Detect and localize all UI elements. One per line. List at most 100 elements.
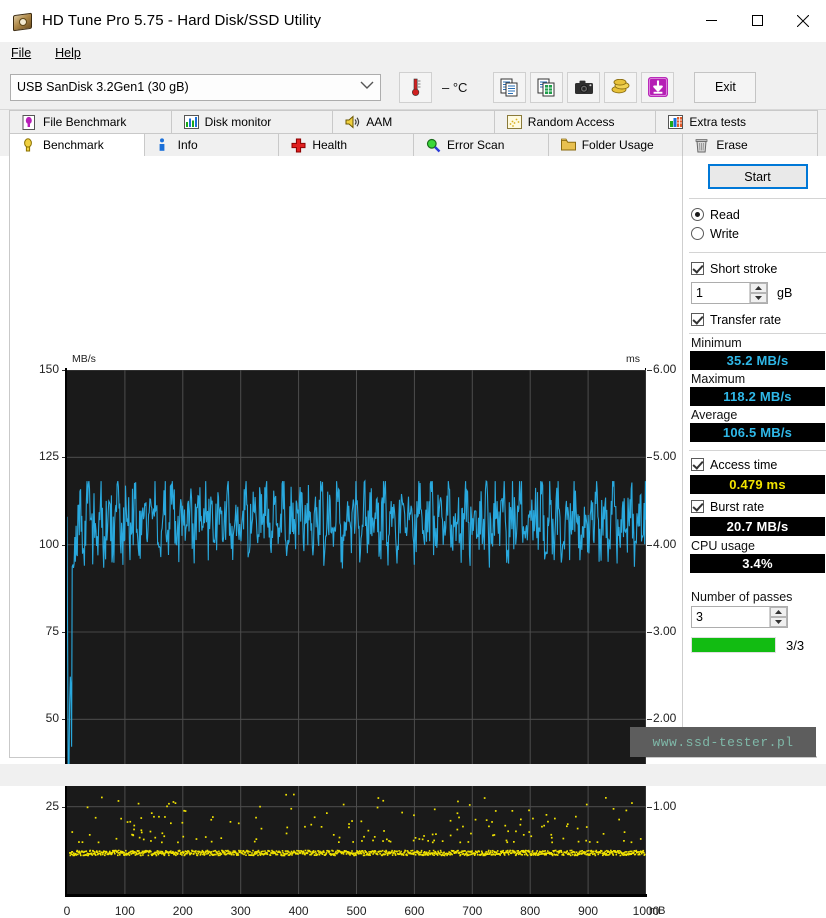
benchmark-panel: MB/s ms 255075100125150 1.002.003.004.00… <box>9 156 817 758</box>
exit-button[interactable]: Exit <box>694 72 756 103</box>
x-axis-tick-label: 900 <box>563 904 613 918</box>
y2-axis-tick <box>647 457 652 458</box>
checkbox-short-stroke-icon <box>691 262 704 275</box>
short-stroke-stepper[interactable]: 1 gB <box>683 282 826 304</box>
random-access-icon <box>507 115 522 130</box>
tab-aam[interactable]: AAM <box>332 110 495 133</box>
y-axis-tick-label: 75 <box>25 624 59 638</box>
copy-icon[interactable] <box>493 72 526 103</box>
radio-read[interactable]: Read <box>683 205 826 224</box>
close-button[interactable] <box>780 0 826 41</box>
maximum-value: 118.2 MB/s <box>690 387 825 406</box>
minimum-label: Minimum <box>683 336 826 350</box>
radio-write-label: Write <box>710 227 739 241</box>
extra-tests-icon <box>668 115 683 130</box>
menu-help[interactable]: Help <box>55 46 81 60</box>
short-stroke-unit: gB <box>777 286 792 300</box>
radio-write[interactable]: Write <box>683 224 826 243</box>
tab-benchmark-label: Benchmark <box>43 138 104 152</box>
divider <box>689 333 826 334</box>
y-axis-unit-right: ms <box>626 353 640 365</box>
minimize-button[interactable] <box>688 0 734 41</box>
start-button[interactable]: Start <box>708 164 808 189</box>
x-axis-tick-label: 200 <box>158 904 208 918</box>
y-axis-unit-left: MB/s <box>72 353 96 365</box>
checkbox-access-time-label: Access time <box>710 458 777 472</box>
error-scan-icon <box>426 138 441 153</box>
benchmark-chart: MB/s ms 255075100125150 1.002.003.004.00… <box>10 156 682 756</box>
tab-file-benchmark[interactable]: File Benchmark <box>9 110 172 133</box>
toolbar: USB SanDisk 3.2Gen1 (30 gB) – °C <box>0 65 826 110</box>
checkbox-transfer-rate[interactable]: Transfer rate <box>683 310 826 329</box>
radio-write-icon <box>691 227 704 240</box>
drive-select-value: USB SanDisk 3.2Gen1 (30 gB) <box>17 80 189 94</box>
coins-icon[interactable] <box>604 72 637 103</box>
menu-file[interactable]: File <box>11 46 31 60</box>
progress-bar <box>691 637 776 653</box>
checkbox-burst-rate-label: Burst rate <box>710 500 764 514</box>
short-stroke-input[interactable]: 1 <box>691 282 768 304</box>
passes-input[interactable]: 3 <box>691 606 788 628</box>
x-axis-unit: mB <box>649 905 666 917</box>
tab-health[interactable]: Health <box>278 133 414 156</box>
camera-icon[interactable] <box>567 72 600 103</box>
copy-excel-icon[interactable] <box>530 72 563 103</box>
menu-file-label: File <box>11 46 31 60</box>
tab-row-top: File Benchmark Disk monitor AAM Random A… <box>9 110 817 133</box>
checkbox-access-time[interactable]: Access time <box>683 455 826 474</box>
tab-erase[interactable]: Erase <box>682 133 818 156</box>
tab-benchmark[interactable]: Benchmark <box>9 133 145 156</box>
plot-svg <box>67 370 646 894</box>
tab-file-benchmark-label: File Benchmark <box>43 115 126 129</box>
y-axis-tick-label: 100 <box>25 537 59 551</box>
checkbox-transfer-rate-label: Transfer rate <box>710 313 781 327</box>
menu-help-label: Help <box>55 46 81 60</box>
temperature-value: – °C <box>442 80 467 95</box>
x-axis-tick-label: 800 <box>505 904 555 918</box>
drive-select[interactable]: USB SanDisk 3.2Gen1 (30 gB) <box>10 74 381 101</box>
radio-read-icon <box>691 208 704 221</box>
x-axis-tick-label: 100 <box>100 904 150 918</box>
tab-health-label: Health <box>312 138 347 152</box>
tab-folder-usage[interactable]: Folder Usage <box>548 133 684 156</box>
x-axis-tick-label: 400 <box>274 904 324 918</box>
menu-bar: File Help <box>0 42 826 65</box>
short-stroke-value: 1 <box>696 286 703 300</box>
average-label: Average <box>683 408 826 422</box>
spin-up-icon[interactable] <box>750 283 767 293</box>
title-bar: HD Tune Pro 5.75 - Hard Disk/SSD Utility <box>0 0 826 42</box>
window-title: HD Tune Pro 5.75 - Hard Disk/SSD Utility <box>42 12 321 29</box>
spin-up-icon[interactable] <box>770 607 787 617</box>
burst-rate-value: 20.7 MB/s <box>690 517 825 536</box>
tab-random-access[interactable]: Random Access <box>494 110 657 133</box>
y2-axis-tick <box>647 632 652 633</box>
folder-usage-icon <box>561 138 576 153</box>
plot-area <box>67 370 646 894</box>
download-icon[interactable] <box>641 72 674 103</box>
checkbox-burst-rate[interactable]: Burst rate <box>683 497 826 516</box>
y2-axis-tick-label: 1.00 <box>653 799 693 813</box>
control-panel: Start Read Write Short stroke 1 <box>682 156 826 756</box>
passes-spin-buttons[interactable] <box>769 607 787 627</box>
maximize-button[interactable] <box>734 0 780 41</box>
thermometer-icon <box>399 72 432 103</box>
minimum-value: 35.2 MB/s <box>690 351 825 370</box>
divider <box>689 252 826 253</box>
spin-down-icon[interactable] <box>770 617 787 627</box>
passes-stepper[interactable]: 3 <box>683 606 826 628</box>
tab-disk-monitor[interactable]: Disk monitor <box>171 110 334 133</box>
divider <box>689 198 826 199</box>
short-stroke-spin-buttons[interactable] <box>749 283 767 303</box>
tab-row-bottom: Benchmark Info Health Error Scan Folder … <box>9 133 817 156</box>
tab-error-scan[interactable]: Error Scan <box>413 133 549 156</box>
tab-info[interactable]: Info <box>144 133 280 156</box>
benchmark-icon <box>22 138 37 153</box>
x-axis-tick-label: 700 <box>447 904 497 918</box>
tab-extra-tests[interactable]: Extra tests <box>655 110 818 133</box>
maximum-label: Maximum <box>683 372 826 386</box>
checkbox-short-stroke[interactable]: Short stroke <box>683 259 826 278</box>
y2-axis-tick <box>647 807 652 808</box>
x-axis-tick-label: 600 <box>389 904 439 918</box>
spin-down-icon[interactable] <box>750 293 767 303</box>
y-axis-tick-label: 125 <box>25 449 59 463</box>
